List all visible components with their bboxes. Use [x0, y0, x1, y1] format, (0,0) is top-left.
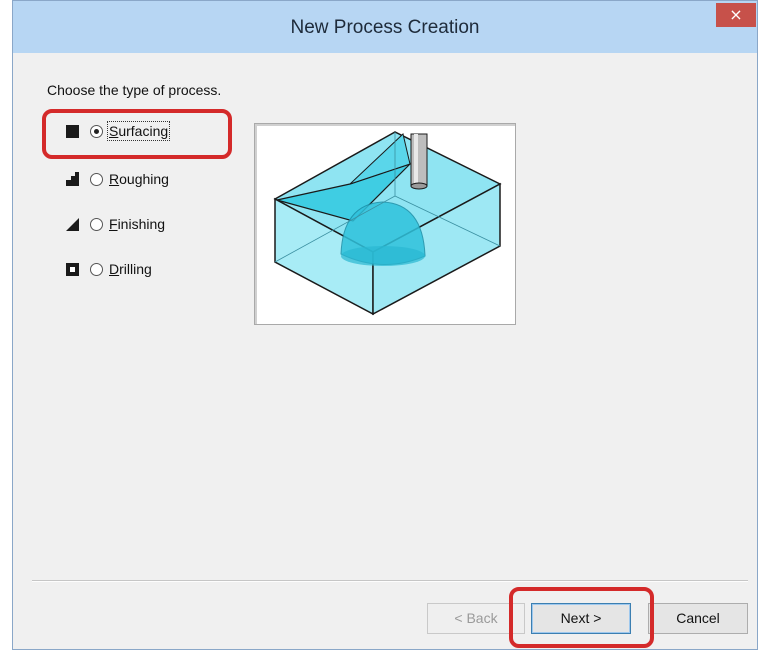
prompt-text: Choose the type of process. — [47, 82, 222, 98]
footer-separator — [32, 580, 748, 582]
steps-icon — [64, 170, 82, 188]
option-finishing[interactable]: Finishing — [64, 212, 165, 236]
close-button[interactable]: × — [716, 3, 756, 27]
option-drilling[interactable]: Drilling — [64, 257, 152, 281]
roughing-label[interactable]: Roughing — [109, 171, 169, 187]
process-preview — [254, 123, 516, 325]
finishing-radio[interactable] — [90, 217, 103, 231]
option-roughing[interactable]: Roughing — [64, 167, 169, 191]
finishing-label[interactable]: Finishing — [109, 216, 165, 232]
hole-icon — [64, 260, 82, 278]
surfacing-highlight — [42, 109, 232, 159]
cancel-button[interactable]: Cancel — [648, 603, 748, 634]
window-title: New Process Creation — [290, 17, 480, 38]
roughing-radio[interactable] — [90, 172, 103, 186]
slope-icon — [64, 215, 82, 233]
title-bar: New Process Creation × — [13, 1, 757, 53]
drilling-label[interactable]: Drilling — [109, 261, 152, 277]
surfacing-illustration — [273, 131, 502, 316]
drilling-radio[interactable] — [90, 262, 103, 276]
next-highlight — [509, 587, 654, 648]
